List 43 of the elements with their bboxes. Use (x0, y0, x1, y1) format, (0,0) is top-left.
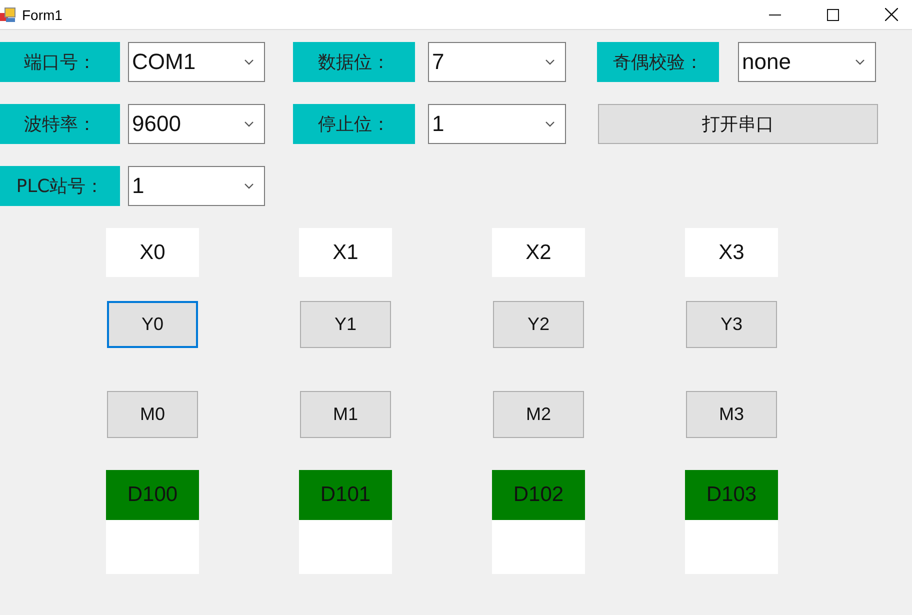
chevron-down-icon[interactable] (244, 59, 254, 65)
dropdown[interactable]: 1 (428, 104, 566, 144)
input-label: X3 (685, 228, 778, 277)
maximize-icon[interactable] (827, 8, 839, 20)
register-label: D102 (492, 470, 585, 520)
relay-button[interactable]: M2 (493, 391, 584, 438)
value-field[interactable] (299, 520, 392, 574)
input-label: X2 (492, 228, 585, 277)
chevron-down-icon[interactable] (855, 59, 865, 65)
output-button[interactable]: Y1 (300, 301, 391, 348)
dropdown[interactable]: none (738, 42, 876, 82)
register-label: D100 (106, 470, 199, 520)
app-icon (0, 6, 16, 22)
output-button[interactable]: Y2 (493, 301, 584, 348)
output-button[interactable]: Y3 (686, 301, 777, 348)
relay-button[interactable]: M0 (107, 391, 198, 438)
value-field[interactable] (685, 520, 778, 574)
dropdown[interactable]: 9600 (128, 104, 265, 144)
close-icon[interactable] (885, 8, 898, 21)
chevron-down-icon[interactable] (244, 121, 254, 127)
input-label: X0 (106, 228, 199, 277)
field-label: 数据位： (293, 42, 415, 82)
field-label: 波特率： (0, 104, 120, 144)
dropdown[interactable]: COM1 (128, 42, 265, 82)
relay-button[interactable]: M3 (686, 391, 777, 438)
dropdown[interactable]: 1 (128, 166, 265, 206)
register-label: D103 (685, 470, 778, 520)
field-label: 端口号： (0, 42, 120, 82)
window-title: Form1 (22, 6, 62, 22)
register-label: D101 (299, 470, 392, 520)
field-label: 停止位： (293, 104, 415, 144)
chevron-down-icon[interactable] (545, 121, 555, 127)
field-label: 奇偶校验： (597, 42, 719, 82)
output-button[interactable]: Y0 (107, 301, 198, 348)
field-label: PLC站号： (0, 166, 120, 206)
input-label: X1 (299, 228, 392, 277)
value-field[interactable] (106, 520, 199, 574)
open-port-button[interactable]: 打开串口 (598, 104, 878, 144)
value-field[interactable] (492, 520, 585, 574)
chevron-down-icon[interactable] (545, 59, 555, 65)
dropdown[interactable]: 7 (428, 42, 566, 82)
relay-button[interactable]: M1 (300, 391, 391, 438)
chevron-down-icon[interactable] (244, 183, 254, 189)
